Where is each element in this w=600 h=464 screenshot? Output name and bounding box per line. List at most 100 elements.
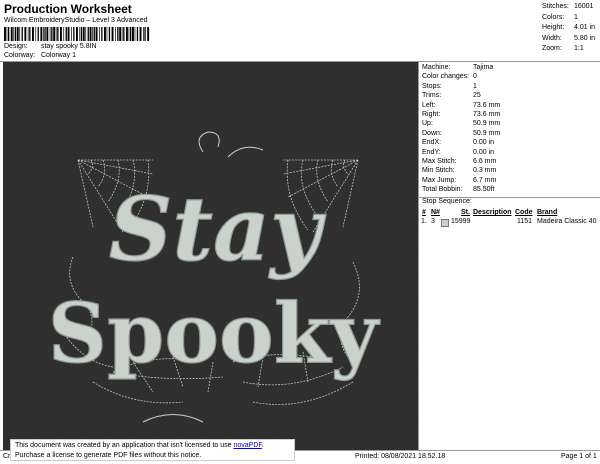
design-value: stay spooky 5.8IN	[40, 43, 97, 50]
barcode-bar	[82, 27, 85, 41]
info-value: 25	[473, 92, 481, 100]
row-stitches: 15999	[451, 218, 471, 225]
info-label: Machine:	[422, 64, 451, 71]
info-value: 0	[473, 73, 477, 81]
barcode-bar	[49, 27, 51, 41]
barcode-bar	[10, 27, 13, 41]
barcode-bar	[143, 27, 144, 41]
barcode-bar	[132, 27, 134, 41]
info-label: Max Jump:	[422, 176, 457, 184]
barcode-bar	[40, 27, 43, 41]
info-row: Max Jump: 6.7 mm	[422, 176, 598, 185]
info-value: Tajima	[473, 64, 494, 71]
barcode-bar	[87, 27, 89, 41]
col-stitches: St.	[461, 209, 470, 216]
barcode-bar	[108, 27, 111, 41]
stat-row: Colors: 1	[542, 13, 600, 24]
barcode-bar	[117, 27, 119, 41]
barcode-bar	[24, 27, 27, 41]
notice-text: .	[261, 442, 264, 449]
info-row: Right: 73.6 mm	[422, 110, 598, 119]
barcode-bar	[67, 27, 70, 41]
barcode-bar	[93, 27, 95, 41]
barcode-bar	[35, 27, 37, 41]
barcode-bar	[14, 27, 17, 41]
barcode-bar	[73, 27, 75, 41]
info-row: Max Stitch: 6.6 mm	[422, 157, 598, 166]
barcode-bar	[128, 27, 130, 41]
barcode-bar	[119, 27, 122, 41]
info-row: Trims: 25	[422, 91, 598, 100]
info-label: Left:	[422, 101, 436, 109]
row-code: 1151	[517, 218, 533, 225]
info-row: Down: 50.9 mm	[422, 129, 598, 138]
info-value: 50.9 mm	[473, 129, 501, 137]
col-brand: Brand	[537, 209, 558, 216]
info-row: EndX: 0.00 in	[422, 138, 598, 147]
stat-label: Zoom:	[542, 45, 562, 52]
info-value: 6.6 mm	[473, 157, 497, 165]
info-value: 1	[473, 82, 477, 90]
info-row: Color changes: 0	[422, 72, 598, 81]
info-row: Up: 50.9 mm	[422, 119, 598, 128]
barcode-bar	[27, 27, 29, 41]
row-needle: 3	[431, 218, 435, 225]
info-row: Total Bobbin: 85.50ft	[422, 185, 598, 194]
info-value: 0.00 in	[473, 148, 495, 156]
stat-label: Colors:	[542, 13, 565, 21]
info-value: 6.7 mm	[473, 176, 497, 184]
barcode-bar	[115, 27, 116, 41]
novapdf-link[interactable]: novaPDF	[233, 442, 261, 449]
info-label: Down:	[422, 129, 442, 137]
stat-value: 1	[574, 13, 578, 21]
info-row: Min Stitch: 0.3 mm	[422, 166, 598, 175]
printed-date: Printed: 08/08/2021 18.52.18	[355, 453, 446, 460]
info-value: 85.50ft	[473, 186, 495, 194]
info-value: 73.6 mm	[473, 101, 501, 109]
barcode-bar	[44, 27, 46, 41]
stat-row: Stitches: 16001	[542, 2, 600, 13]
design-row: Design: stay spooky 5.8IN	[4, 43, 97, 50]
row-num: 1.	[421, 218, 427, 225]
barcode-bar	[37, 27, 39, 41]
barcode-bar	[8, 27, 10, 41]
col-code: Code	[515, 209, 533, 216]
info-label: Total Bobbin:	[422, 186, 463, 194]
barcode-bar	[85, 27, 87, 41]
machine-info: Machine: Tajima Color changes: 0 Stops: 1 Trim…	[422, 63, 598, 194]
barcode-bar	[111, 27, 114, 41]
design-text-stay: Stay	[109, 177, 327, 281]
info-label: Max Stitch:	[422, 157, 457, 165]
barcode-bar	[139, 27, 142, 41]
barcode-bar	[13, 27, 15, 41]
barcode-bar	[136, 27, 139, 41]
notice-line-2: Purchase a license to generate PDF files…	[15, 452, 202, 459]
design-preview: Stay Spooky	[3, 62, 418, 450]
info-value: 0.00 in	[473, 139, 495, 147]
info-row: Machine: Tajima	[422, 63, 598, 72]
barcode-bar	[99, 27, 100, 41]
table-row: 1. 3 15999 1151 Madeira Classic 40	[421, 218, 599, 227]
barcode-bar	[71, 27, 72, 41]
colorway-value: Colorway 1	[40, 52, 76, 59]
info-label: Right:	[422, 110, 441, 118]
row-brand: Madeira Classic 40	[537, 218, 597, 225]
barcode-bar	[19, 27, 21, 41]
stat-value: 5.80 in	[574, 34, 596, 42]
info-value: 73.6 mm	[473, 110, 501, 118]
barcode-bar	[60, 27, 62, 41]
barcode-bar	[104, 27, 106, 41]
barcode-bar	[126, 27, 128, 41]
info-value: 50.9 mm	[473, 120, 501, 128]
design-text-spooky: Spooky	[48, 286, 381, 382]
barcode-bar	[63, 27, 65, 41]
info-label: Min Stitch:	[422, 167, 455, 175]
stop-sequence-title: Stop Sequence:	[422, 198, 472, 205]
thread-color-swatch	[441, 219, 449, 227]
barcode-bar	[79, 27, 81, 41]
barcode-bar	[92, 27, 93, 41]
barcode-bar	[46, 27, 49, 41]
colorway-label: Colorway:	[4, 52, 36, 59]
barcode-bar	[16, 27, 19, 41]
barcode	[4, 27, 150, 41]
